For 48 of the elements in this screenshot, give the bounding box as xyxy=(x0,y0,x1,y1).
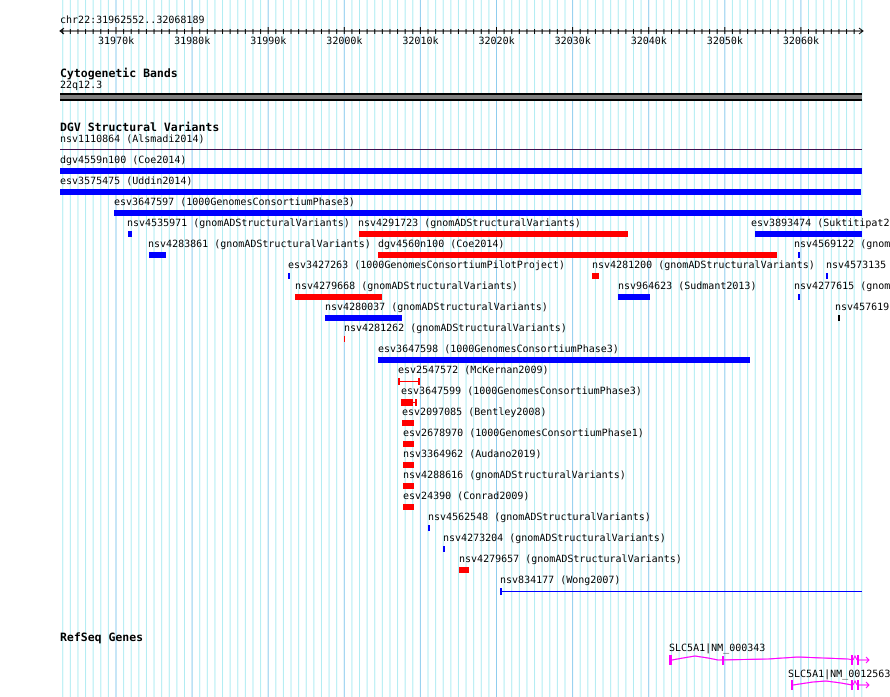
variant-label: nsv4280037 (gnomADStructuralVariants) xyxy=(325,302,548,314)
tick-label: 31980k xyxy=(174,36,210,48)
variant-label: nsv4562548 (gnomADStructuralVariants) xyxy=(428,512,651,524)
track-title: DGV Structural Variants xyxy=(60,121,220,133)
variant-label: nsv4281262 (gnomADStructuralVariants) xyxy=(344,323,567,335)
tick-label: 32060k xyxy=(782,36,820,48)
variant-label: nsv4279657 (gnomADStructuralVariants) xyxy=(459,554,682,566)
tick-label: 32030k xyxy=(554,36,591,48)
location-label: chr22:31962552..32068189 xyxy=(60,15,204,27)
tick-label: 32050k xyxy=(706,36,743,48)
variant-label: esv3647598 (1000GenomesConsortiumPhase3) xyxy=(378,344,619,356)
variant-label: nsv4569122 (gnom xyxy=(794,239,890,251)
variant-label: dgv4559n100 (Coe2014) xyxy=(60,155,186,167)
track-title: RefSeq Genes xyxy=(60,631,144,643)
variant-label: nsv4279668 (gnomADStructuralVariants) xyxy=(295,281,518,293)
tick-label: 32000k xyxy=(326,36,362,48)
variant-label: esv2547572 (McKernan2009) xyxy=(398,365,549,377)
tick-label: 32010k xyxy=(402,36,439,48)
variant-label: esv3647599 (1000GenomesConsortiumPhase3) xyxy=(401,386,642,398)
variant-label: esv3893474 (Suktitipat2 xyxy=(751,218,890,230)
variant-label: nsv4277615 (gnom xyxy=(794,281,890,293)
tick-label: 32040k xyxy=(630,36,667,48)
variant-label: nsv3364962 (Audano2019) xyxy=(403,449,542,461)
variant-label: nsv4288616 (gnomADStructuralVariants) xyxy=(403,470,626,482)
variant-label: nsv4573135 xyxy=(826,260,886,272)
track-title: Cytogenetic Bands xyxy=(60,67,178,79)
variant-label: esv2097085 (Bentley2008) xyxy=(402,407,546,419)
variant-label: dgv4560n100 (Coe2014) xyxy=(378,239,504,251)
variant-label: nsv4273204 (gnomADStructuralVariants) xyxy=(443,533,666,545)
variant-label: esv24390 (Conrad2009) xyxy=(403,491,530,503)
tick-label: 32020k xyxy=(478,36,515,48)
tick-label: 31970k xyxy=(98,36,134,48)
variant-label: nsv457619 xyxy=(835,302,890,314)
variant-label: nsv834177 (Wong2007) xyxy=(500,575,620,587)
gene-label: SLC5A1|NM_000343 xyxy=(669,643,766,655)
gene-label: SLC5A1|NM_0012563 xyxy=(788,669,890,681)
tick-label: 31990k xyxy=(250,36,286,48)
band-label: 22q12.3 xyxy=(60,80,102,92)
variant-label: esv2678970 (1000GenomesConsortiumPhase1) xyxy=(403,428,644,440)
variant-label: nsv4281200 (gnomADStructuralVariants) xyxy=(592,260,815,272)
variant-label: nsv4535971 (gnomADStructuralVariants) xyxy=(127,218,350,230)
variant-label: nsv4291723 (gnomADStructuralVariants) xyxy=(358,218,581,230)
variant-label: esv3427263 (1000GenomesConsortiumPilotProject) xyxy=(288,260,565,272)
variant-label: nsv1110864 (Alsmadi2014) xyxy=(60,134,204,146)
variant-label: nsv964623 (Sudmant2013) xyxy=(618,281,756,293)
variant-label: esv3647597 (1000GenomesConsortiumPhase3) xyxy=(114,197,355,209)
variant-label: nsv4283861 (gnomADStructuralVariants) xyxy=(148,239,371,251)
variant-label: esv3575475 (Uddin2014) xyxy=(60,176,192,188)
